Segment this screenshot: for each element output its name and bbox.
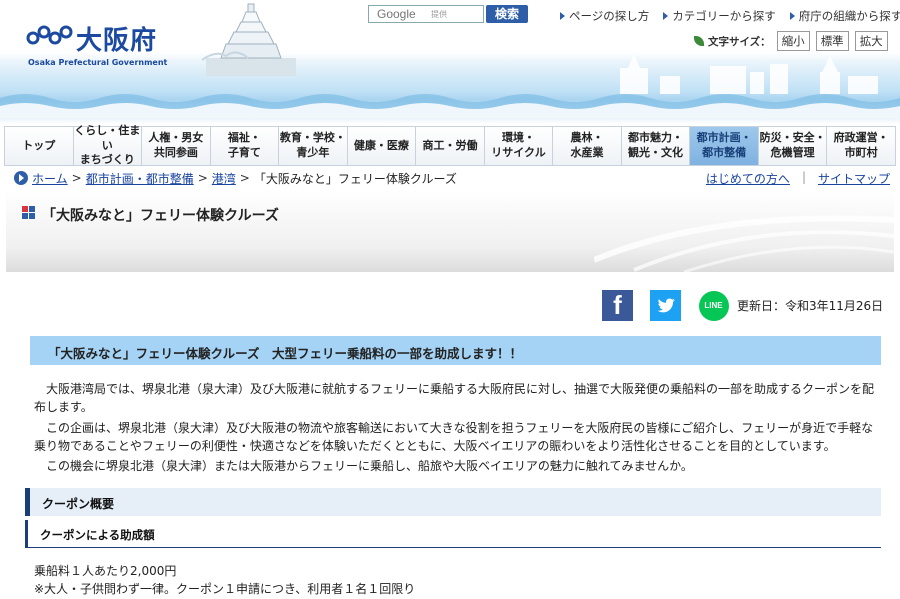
breadcrumb-urban-planning[interactable]: 都市計画・都市整備 <box>86 170 194 187</box>
nav-item-top[interactable]: トップ <box>5 127 74 165</box>
subsection-heading-text: クーポンによる助成額 <box>40 528 155 542</box>
share-bar: f LINE 更新日：令和3年11月26日 <box>602 290 883 321</box>
nav-item-living[interactable]: くらし・住まい まちづくり <box>74 124 143 166</box>
swirl-decoration <box>594 215 894 272</box>
util-link-category[interactable]: カテゴリーから探す <box>663 8 776 24</box>
nav-item-agriculture[interactable]: 農林・ 水産業 <box>553 127 622 165</box>
sitemap-link[interactable]: サイトマップ <box>818 170 890 187</box>
breadcrumb-right-links: はじめての方へ | サイトマップ <box>706 170 890 187</box>
osaka-castle-illustration <box>201 3 296 76</box>
nav-item-disaster[interactable]: 防災・安全・ 危機管理 <box>759 127 828 165</box>
content-heading: 「大阪みなと」フェリー体験クルーズ 大型フェリー乗船料の一部を助成します！！ <box>25 336 881 365</box>
link-divider: | <box>801 170 806 184</box>
util-link-organization[interactable]: 府庁の組織から探す <box>789 8 900 24</box>
leaf-icon <box>694 36 704 46</box>
nav-item-culture[interactable]: 都市魅力・ 観光・文化 <box>622 127 691 165</box>
nav-item-welfare[interactable]: 福祉・ 子育て <box>211 127 280 165</box>
detail-line-2: ※大人・子供問わず一律。クーポン１申請につき、利用者１名１回限り <box>34 582 416 596</box>
site-header: 大阪府 Osaka Prefectural Government Google … <box>0 0 900 124</box>
page-title: 「大阪みなと」フェリー体験クルーズ <box>42 208 279 224</box>
util-link-find-page[interactable]: ページの探し方 <box>560 8 649 24</box>
city-skyline-illustration <box>620 54 878 94</box>
global-nav: トップ くらし・住まい まちづくり 人権・男女 共同参画 福祉・ 子育て 教育・… <box>4 124 896 166</box>
arrow-icon <box>560 12 565 20</box>
logo-subtitle: Osaka Prefectural Government <box>28 58 168 67</box>
breadcrumb-separator: > <box>197 171 208 185</box>
first-time-link[interactable]: はじめての方へ <box>706 170 790 187</box>
twitter-icon <box>657 298 675 312</box>
google-label: Google <box>377 7 416 21</box>
updated-date: 更新日：令和3年11月26日 <box>737 299 884 313</box>
intro-paragraph-2: この企画は、堺泉北港（泉大津）及び大阪港の物流や旅客輸送において大きな役割を担う… <box>34 421 874 453</box>
nav-item-urban-planning[interactable]: 都市計画・ 都市整備 <box>690 127 759 165</box>
osaka-logo[interactable]: 大阪府 Osaka Prefectural Government <box>22 20 167 70</box>
line-share-button[interactable]: LINE <box>698 290 729 321</box>
line-icon: LINE <box>698 290 729 321</box>
intro-paragraph-1: 大阪港湾局では、堺泉北港（泉大津）及び大阪港に就航するフェリーに乗船する大阪府民… <box>34 382 875 414</box>
wave-decoration <box>0 94 900 118</box>
search-input[interactable]: Google 提供 <box>368 5 484 23</box>
facebook-share-button[interactable]: f <box>602 290 633 321</box>
intro-paragraph-3: この機会に堺泉北港（泉大津）または大阪港からフェリーに乗船し、船旅や大阪ベイエリ… <box>34 459 693 473</box>
arrow-icon <box>789 12 795 20</box>
utility-links: ページの探し方 カテゴリーから探す 府庁の組織から探す <box>560 8 900 24</box>
breadcrumb-port[interactable]: 港湾 <box>212 170 236 187</box>
nav-item-education[interactable]: 教育・学校・ 青少年 <box>279 127 348 165</box>
breadcrumb-separator: > <box>239 171 250 185</box>
page-title-band: 「大阪みなと」フェリー体験クルーズ <box>6 190 894 272</box>
breadcrumb-arrow-icon <box>14 171 28 185</box>
title-squares-icon <box>22 206 35 219</box>
section-heading-text: クーポン概要 <box>42 497 115 511</box>
osaka-emblem-icon <box>26 25 73 45</box>
search-provided-label: 提供 <box>431 10 447 19</box>
nav-item-health[interactable]: 健康・医療 <box>348 127 417 165</box>
breadcrumb: ホーム > 都市計画・都市整備 > 港湾 > 「大阪みなと」フェリー体験クルーズ… <box>6 168 894 188</box>
logo-text: 大阪府 <box>76 26 158 56</box>
breadcrumb-separator: > <box>71 171 82 185</box>
twitter-share-button[interactable] <box>650 290 681 321</box>
subsection-heading: クーポンによる助成額 <box>25 520 881 548</box>
facebook-icon: f <box>613 290 622 320</box>
search-button[interactable]: 検索 <box>486 5 528 23</box>
content-heading-text: 「大阪みなと」フェリー体験クルーズ 大型フェリー乗船料の一部を助成します！！ <box>48 346 523 361</box>
nav-item-environment[interactable]: 環境・ リサイクル <box>485 127 554 165</box>
nav-item-administration[interactable]: 府政運営・ 市町村 <box>827 127 895 165</box>
detail-line-1: 乗船料１人あたり2,000円 <box>34 564 177 578</box>
breadcrumb-home[interactable]: ホーム <box>32 170 68 187</box>
nav-item-commerce[interactable]: 商工・労働 <box>416 127 485 165</box>
breadcrumb-current: 「大阪みなと」フェリー体験クルーズ <box>253 171 457 186</box>
arrow-icon <box>663 12 669 20</box>
section-heading: クーポン概要 <box>25 488 881 516</box>
nav-item-human-rights[interactable]: 人権・男女 共同参画 <box>142 127 211 165</box>
